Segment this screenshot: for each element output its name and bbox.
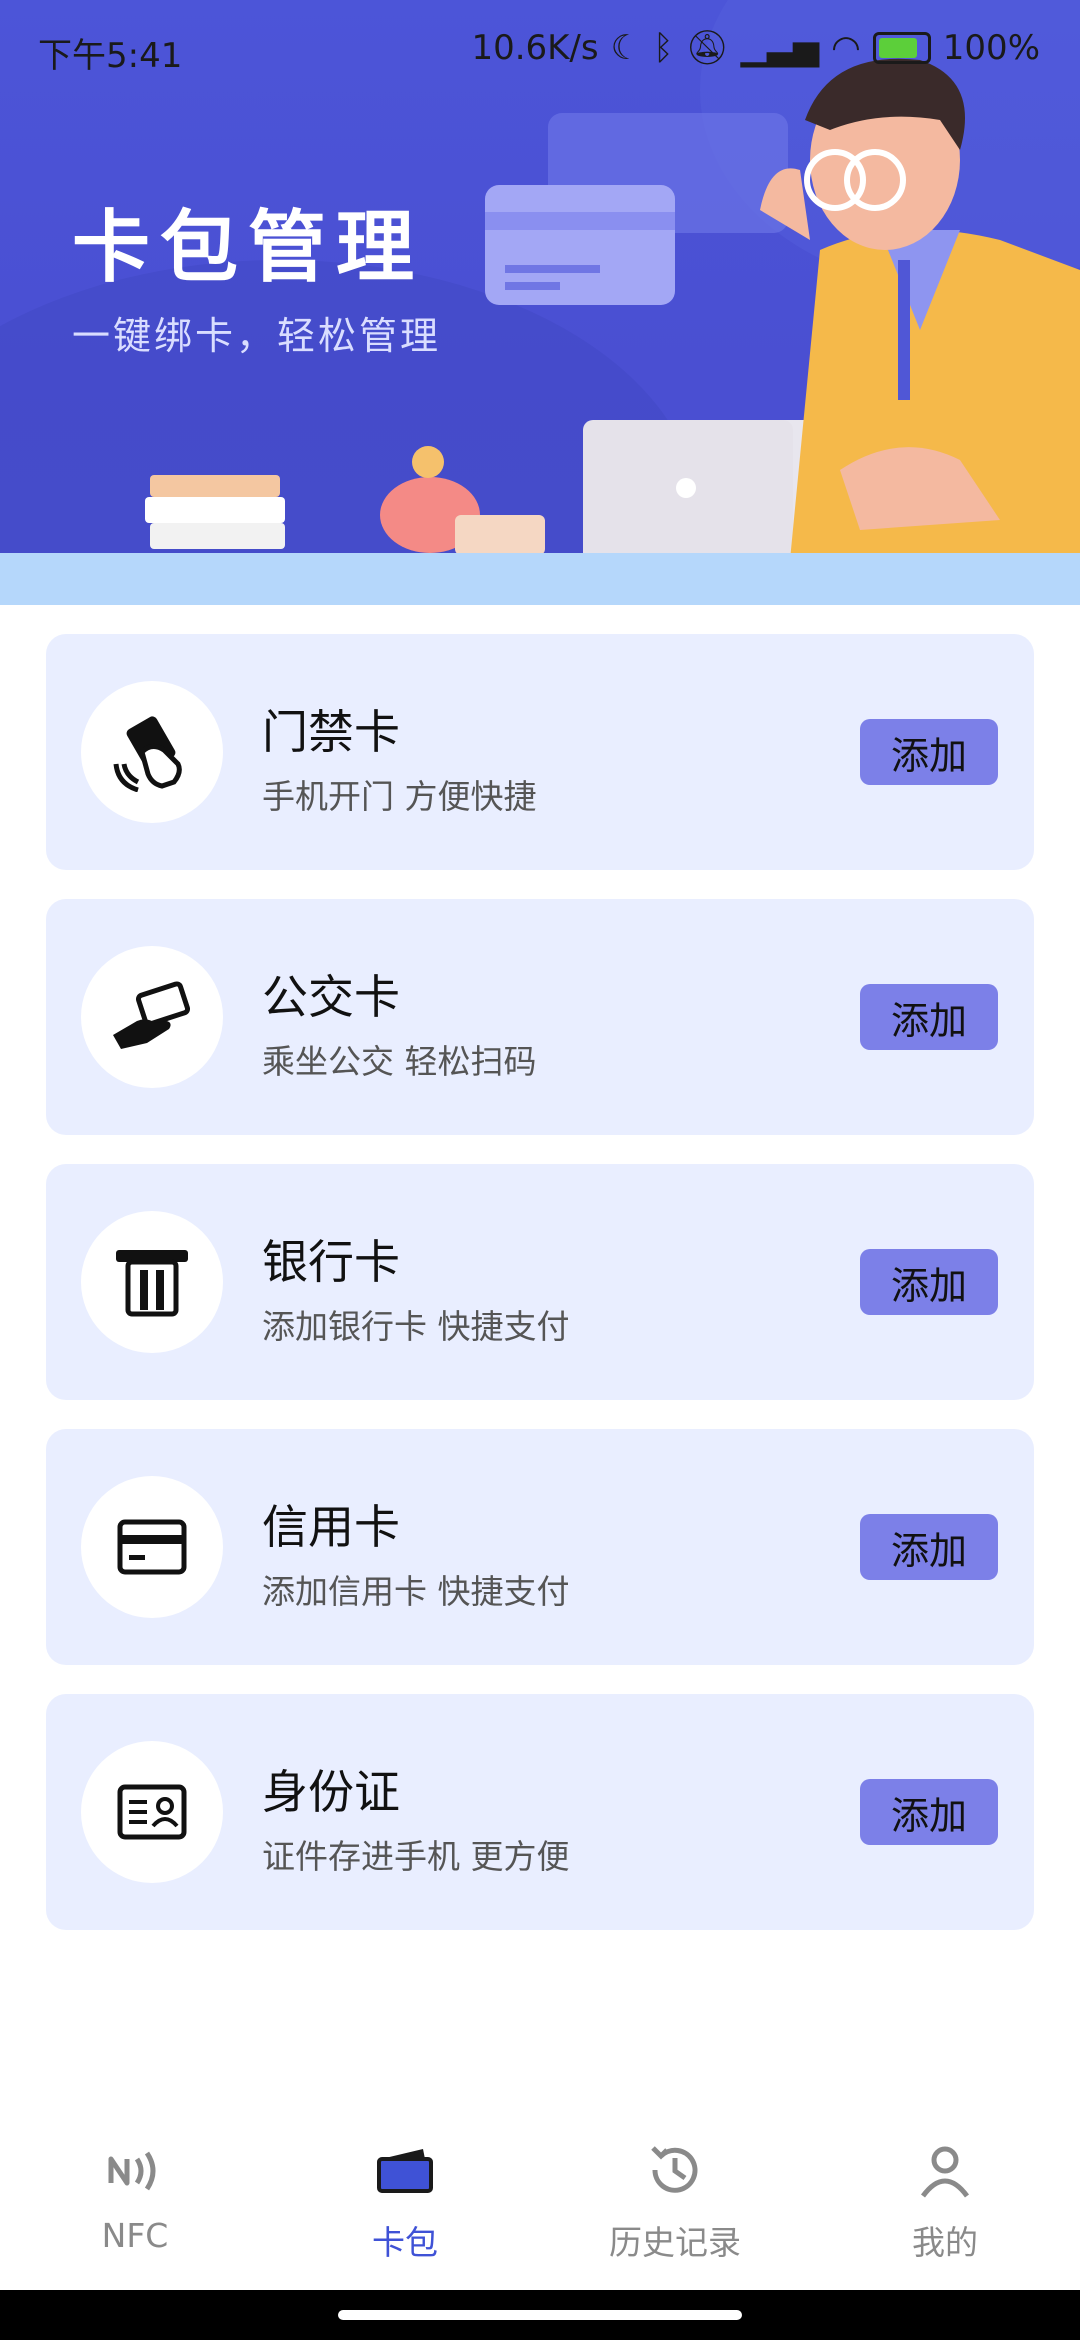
- moon-icon: ☾: [610, 28, 642, 68]
- card-icon-circle: [81, 946, 223, 1088]
- card-icon-circle: [81, 681, 223, 823]
- header-banner: 下午5:41 10.6K/s ☾ ᛒ 🔕︎ ▁▃▅ ◠ 100% 卡包管理 一键…: [0, 0, 1080, 605]
- tab-label: NFC: [101, 2216, 169, 2255]
- system-nav-bar: [0, 2290, 1080, 2340]
- id-card-icon: [117, 1784, 187, 1840]
- card-title: 身份证: [262, 1765, 400, 1819]
- card-desc: 添加信用卡 快捷支付: [262, 1572, 570, 1611]
- card-desc: 添加银行卡 快捷支付: [262, 1307, 570, 1346]
- add-bus-card-button[interactable]: 添加: [860, 984, 998, 1050]
- tab-label: 卡包: [372, 2223, 438, 2262]
- card-icon-circle: [81, 1741, 223, 1883]
- banner-subtitle: 一键绑卡，轻松管理: [72, 314, 442, 358]
- card-title: 公交卡: [262, 970, 400, 1024]
- card-icon-circle: [81, 1211, 223, 1353]
- net-speed: 10.6K/s: [471, 28, 599, 68]
- profile-icon: [920, 2146, 970, 2198]
- card-title: 银行卡: [262, 1235, 400, 1289]
- bluetooth-icon: ᛒ: [653, 28, 674, 68]
- credit-card-icon: [117, 1519, 187, 1575]
- tab-wallet[interactable]: 卡包: [270, 2130, 540, 2290]
- history-icon: [651, 2146, 698, 2193]
- card-icon-circle: [81, 1476, 223, 1618]
- card-desc: 证件存进手机 更方便: [262, 1837, 570, 1876]
- card-item-id[interactable]: 身份证 证件存进手机 更方便 添加: [46, 1694, 1034, 1930]
- card-list: 门禁卡 手机开门 方便快捷 添加 公交卡 乘坐公交 轻松扫码 添加 银行卡 添加…: [46, 634, 1034, 1959]
- battery-icon: [872, 32, 931, 64]
- card-title: 信用卡: [262, 1500, 400, 1554]
- tab-label: 历史记录: [609, 2223, 741, 2262]
- card-desc: 手机开门 方便快捷: [262, 777, 537, 816]
- access-card-icon: [113, 716, 182, 792]
- nfc-icon: [108, 2151, 156, 2191]
- card-title: 门禁卡: [262, 705, 400, 759]
- status-time: 下午5:41: [38, 36, 183, 76]
- tab-nfc[interactable]: NFC: [0, 2130, 270, 2290]
- card-desc: 乘坐公交 轻松扫码: [262, 1042, 537, 1081]
- atm-card-icon: [116, 1250, 188, 1317]
- bell-off-icon: 🔕︎: [685, 28, 729, 68]
- card-item-bank[interactable]: 银行卡 添加银行卡 快捷支付 添加: [46, 1164, 1034, 1400]
- add-id-card-button[interactable]: 添加: [860, 1779, 998, 1845]
- bottom-nav: NFC 卡包 历史记录 我的: [0, 2130, 1080, 2290]
- add-credit-card-button[interactable]: 添加: [860, 1514, 998, 1580]
- add-access-card-button[interactable]: 添加: [860, 719, 998, 785]
- status-indicators: 10.6K/s ☾ ᛒ 🔕︎ ▁▃▅ ◠ 100%: [471, 28, 1040, 68]
- card-item-access[interactable]: 门禁卡 手机开门 方便快捷 添加: [46, 634, 1034, 870]
- card-item-credit[interactable]: 信用卡 添加信用卡 快捷支付 添加: [46, 1429, 1034, 1665]
- status-bar: 下午5:41 10.6K/s ☾ ᛒ 🔕︎ ▁▃▅ ◠ 100%: [0, 0, 1080, 98]
- banner-title: 卡包管理: [72, 203, 425, 293]
- signal-icon: ▁▃▅: [740, 28, 820, 68]
- tab-profile[interactable]: 我的: [810, 2130, 1080, 2290]
- tab-label: 我的: [912, 2223, 978, 2262]
- bus-card-icon: [113, 981, 191, 1049]
- wallet-icon: [377, 2149, 433, 2193]
- wifi-icon: ◠: [831, 28, 861, 68]
- home-indicator[interactable]: [338, 2310, 742, 2320]
- tab-history[interactable]: 历史记录: [540, 2130, 810, 2290]
- banner-ground: [0, 553, 1080, 605]
- card-item-bus[interactable]: 公交卡 乘坐公交 轻松扫码 添加: [46, 899, 1034, 1135]
- battery-level: 100%: [942, 28, 1040, 68]
- add-bank-card-button[interactable]: 添加: [860, 1249, 998, 1315]
